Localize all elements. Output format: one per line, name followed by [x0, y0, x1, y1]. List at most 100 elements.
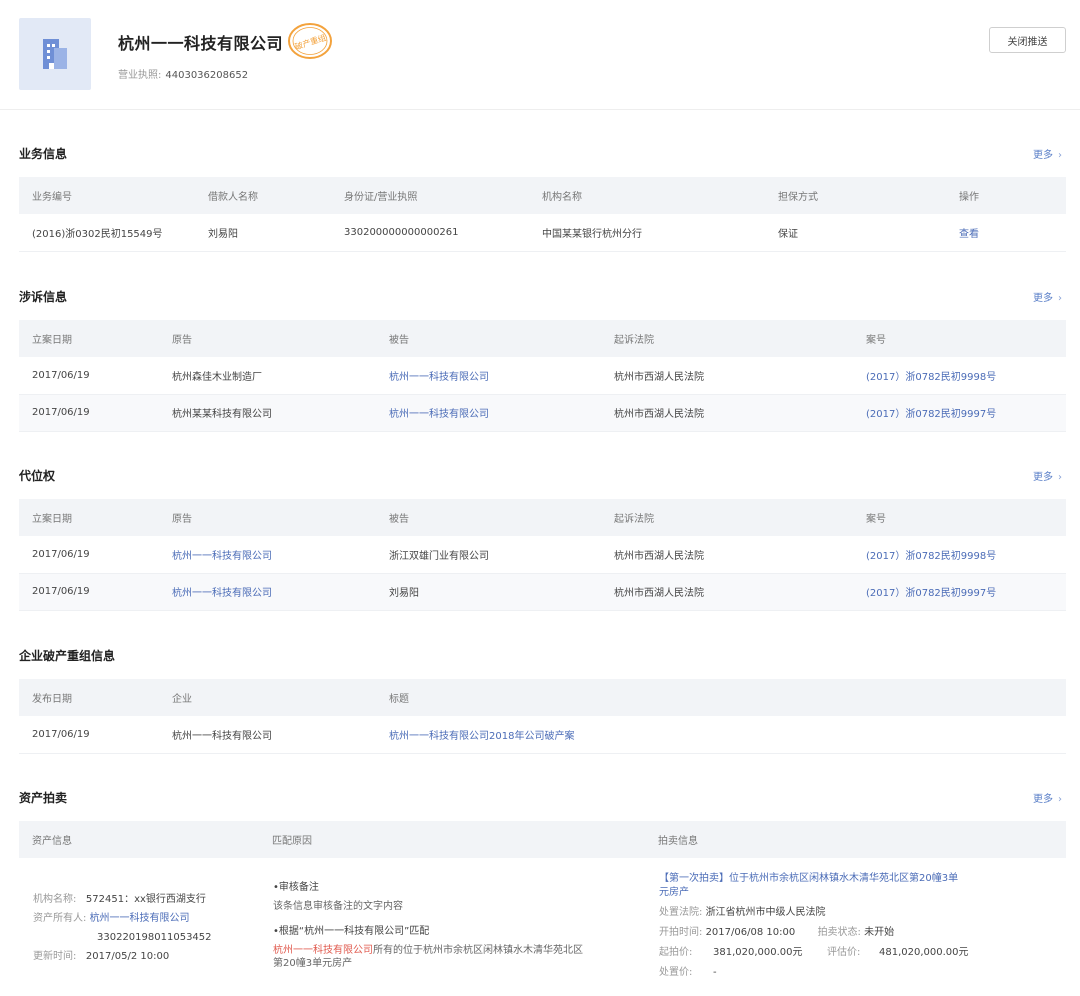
table-row: 2017/06/19 杭州一一科技有限公司 杭州一一科技有限公司2018年公司破…: [19, 716, 1066, 754]
litigation-table: 立案日期 原告 被告 起诉法院 案号 2017/06/19 杭州森佳木业制造厂 …: [19, 320, 1066, 432]
reason-2-text-a: 所有的位于杭州市余杭区闲林镇水木清华苑北区: [373, 945, 583, 956]
auction-headline-a: 【第一次拍卖】位于杭州市余杭区闲林镇水木清华苑北区第20幢3单: [659, 873, 959, 884]
defendant-link[interactable]: 杭州一一科技有限公司: [376, 357, 601, 395]
reason-2-title: •根据“杭州一一科技有限公司”匹配: [273, 926, 430, 937]
label: 更新时间:: [33, 951, 77, 962]
col-header: 被告: [376, 499, 601, 536]
auction-start-line: 开拍时间: 2017/06/08 10:00 拍卖状态: 未开始: [659, 923, 999, 943]
borrower-name: 刘易阳: [195, 214, 331, 252]
business-no: (2016)浙0302民初15549号: [19, 214, 195, 252]
asset-owner-id: 330220198011053452: [97, 932, 212, 943]
license-label: 营业执照:: [118, 70, 162, 81]
asset-updated-line: 更新时间: 2017/05/2 10:00: [33, 947, 212, 966]
more-label: 更多: [1033, 150, 1053, 161]
plaintiff-link[interactable]: 杭州一一科技有限公司: [159, 536, 376, 574]
label: 起拍价:: [659, 947, 693, 958]
table-row: 2017/06/19 杭州一一科技有限公司 浙江双雄门业有限公司 杭州市西湖人民…: [19, 536, 1066, 574]
col-header: 起诉法院: [601, 320, 853, 357]
license-value: 4403036208652: [165, 70, 249, 81]
label: 评估价:: [827, 947, 861, 958]
table-header-row: 发布日期 企业 标题: [19, 679, 1066, 716]
asset-owner-link[interactable]: 杭州一一科技有限公司: [90, 913, 190, 924]
asset-updated-value: 2017/05/2 10:00: [85, 951, 170, 962]
close-push-button[interactable]: 关闭推送: [989, 27, 1066, 53]
col-header: 标题: [376, 679, 1066, 716]
case-number-link[interactable]: (2017）浙0782民初9997号: [853, 573, 1066, 611]
reason-1-text: 该条信息审核备注的文字内容: [273, 901, 403, 912]
auction-court-line: 处置法院: 浙江省杭州市中级人民法院: [659, 903, 999, 923]
table-header-row: 立案日期 原告 被告 起诉法院 案号: [19, 499, 1066, 536]
col-header: 案号: [853, 320, 1066, 357]
auction-start-value: 2017/06/08 10:00: [705, 927, 796, 938]
chevron-right-icon: ›: [1058, 472, 1062, 483]
company-logo: [19, 18, 91, 90]
auction-table-header: 资产信息 匹配原因 拍卖信息: [19, 821, 1066, 858]
auction-headline-link[interactable]: 【第一次拍卖】位于杭州市余杭区闲林镇水木清华苑北区第20幢3单 元房产: [659, 872, 999, 900]
plaintiff-link[interactable]: 杭州一一科技有限公司: [159, 573, 376, 611]
col-header: 案号: [853, 499, 1066, 536]
col-header: 立案日期: [19, 499, 159, 536]
case-number-link[interactable]: (2017）浙0782民初9998号: [853, 536, 1066, 574]
match-reason: •审核备注 该条信息审核备注的文字内容 •根据“杭州一一科技有限公司”匹配 杭州…: [273, 878, 583, 973]
col-header: 借款人名称: [195, 177, 331, 214]
col-header: 原告: [159, 499, 376, 536]
subrogation-table: 立案日期 原告 被告 起诉法院 案号 2017/06/19 杭州一一科技有限公司…: [19, 499, 1066, 611]
auction-final-value: -: [713, 967, 717, 978]
col-header: 匹配原因: [259, 821, 645, 858]
case-number-link[interactable]: (2017）浙0782民初9997号: [853, 394, 1066, 432]
col-header: 拍卖信息: [645, 821, 1066, 858]
label: 资产所有人:: [33, 913, 87, 924]
filing-date: 2017/06/19: [19, 573, 159, 611]
auction-court-value: 浙江省杭州市中级人民法院: [705, 907, 826, 918]
headline-link[interactable]: 杭州一一科技有限公司2018年公司破产案: [376, 716, 1066, 754]
case-number-link[interactable]: (2017）浙0782民初9998号: [853, 357, 1066, 395]
company-header: 杭州一一科技有限公司 破产重组 营业执照: 4403036208652 关闭推送: [0, 0, 1080, 110]
more-label: 更多: [1033, 794, 1053, 805]
col-header: 身份证/营业执照: [331, 177, 529, 214]
company-name: 杭州一一科技有限公司: [118, 34, 284, 53]
bankruptcy-table: 发布日期 企业 标题 2017/06/19 杭州一一科技有限公司 杭州一一科技有…: [19, 679, 1066, 754]
col-header: 被告: [376, 320, 601, 357]
col-header: 发布日期: [19, 679, 159, 716]
auction-title: 资产拍卖: [19, 791, 68, 805]
court: 杭州市西湖人民法院: [601, 357, 853, 395]
defendant-link[interactable]: 杭州一一科技有限公司: [376, 394, 601, 432]
asset-info: 机构名称: 572451：xx银行西湖支行 资产所有人: 杭州一一科技有限公司 …: [33, 890, 212, 966]
business-table: 业务编号 借款人名称 身份证/营业执照 机构名称 担保方式 操作 (2016)浙…: [19, 177, 1066, 252]
auction-starting-value: 381,020,000.00元: [713, 947, 803, 958]
defendant: 浙江双雄门业有限公司: [376, 536, 601, 574]
table-row: (2016)浙0302民初15549号 刘易阳 3302000000000002…: [19, 214, 1066, 252]
auction-price-line: 起拍价: 381,020,000.00元 评估价: 481,020,000.00元: [659, 943, 999, 963]
label: 开拍时间:: [659, 927, 703, 938]
bankruptcy-title: 企业破产重组信息: [19, 649, 116, 663]
guarantee-type: 保证: [765, 214, 946, 252]
col-header: 立案日期: [19, 320, 159, 357]
asset-org-value: 572451：xx银行西湖支行: [85, 894, 206, 905]
defendant: 刘易阳: [376, 573, 601, 611]
table-row: 2017/06/19 杭州森佳木业制造厂 杭州一一科技有限公司 杭州市西湖人民法…: [19, 357, 1066, 395]
license-line: 营业执照: 4403036208652: [118, 66, 248, 81]
subrogation-more-link[interactable]: 更多 ›: [1033, 468, 1062, 483]
reason-1-title: •审核备注: [273, 882, 319, 893]
more-label: 更多: [1033, 472, 1053, 483]
building-icon: [43, 39, 67, 69]
col-header: 业务编号: [19, 177, 195, 214]
col-header: 资产信息: [19, 821, 259, 858]
filing-date: 2017/06/19: [19, 536, 159, 574]
col-header: 担保方式: [765, 177, 946, 214]
litigation-more-link[interactable]: 更多 ›: [1033, 289, 1062, 304]
auction-eval-value: 481,020,000.00元: [879, 947, 969, 958]
col-header: 操作: [946, 177, 1066, 214]
subrogation-title: 代位权: [19, 469, 56, 483]
stamp-text: 破产重组: [294, 32, 328, 51]
view-link[interactable]: 查看: [946, 214, 1066, 252]
business-more-link[interactable]: 更多 ›: [1033, 146, 1062, 161]
table-header-row: 业务编号 借款人名称 身份证/营业执照 机构名称 担保方式 操作: [19, 177, 1066, 214]
auction-info: 【第一次拍卖】位于杭州市余杭区闲林镇水木清华苑北区第20幢3单 元房产 处置法院:…: [659, 872, 999, 983]
court: 杭州市西湖人民法院: [601, 573, 853, 611]
id-number: 330200000000000261: [331, 214, 529, 252]
org-name: 中国某某银行杭州分行: [529, 214, 765, 252]
auction-more-link[interactable]: 更多 ›: [1033, 790, 1062, 805]
table-row: 2017/06/19 杭州某某科技有限公司 杭州一一科技有限公司 杭州市西湖人民…: [19, 394, 1066, 432]
court: 杭州市西湖人民法院: [601, 394, 853, 432]
